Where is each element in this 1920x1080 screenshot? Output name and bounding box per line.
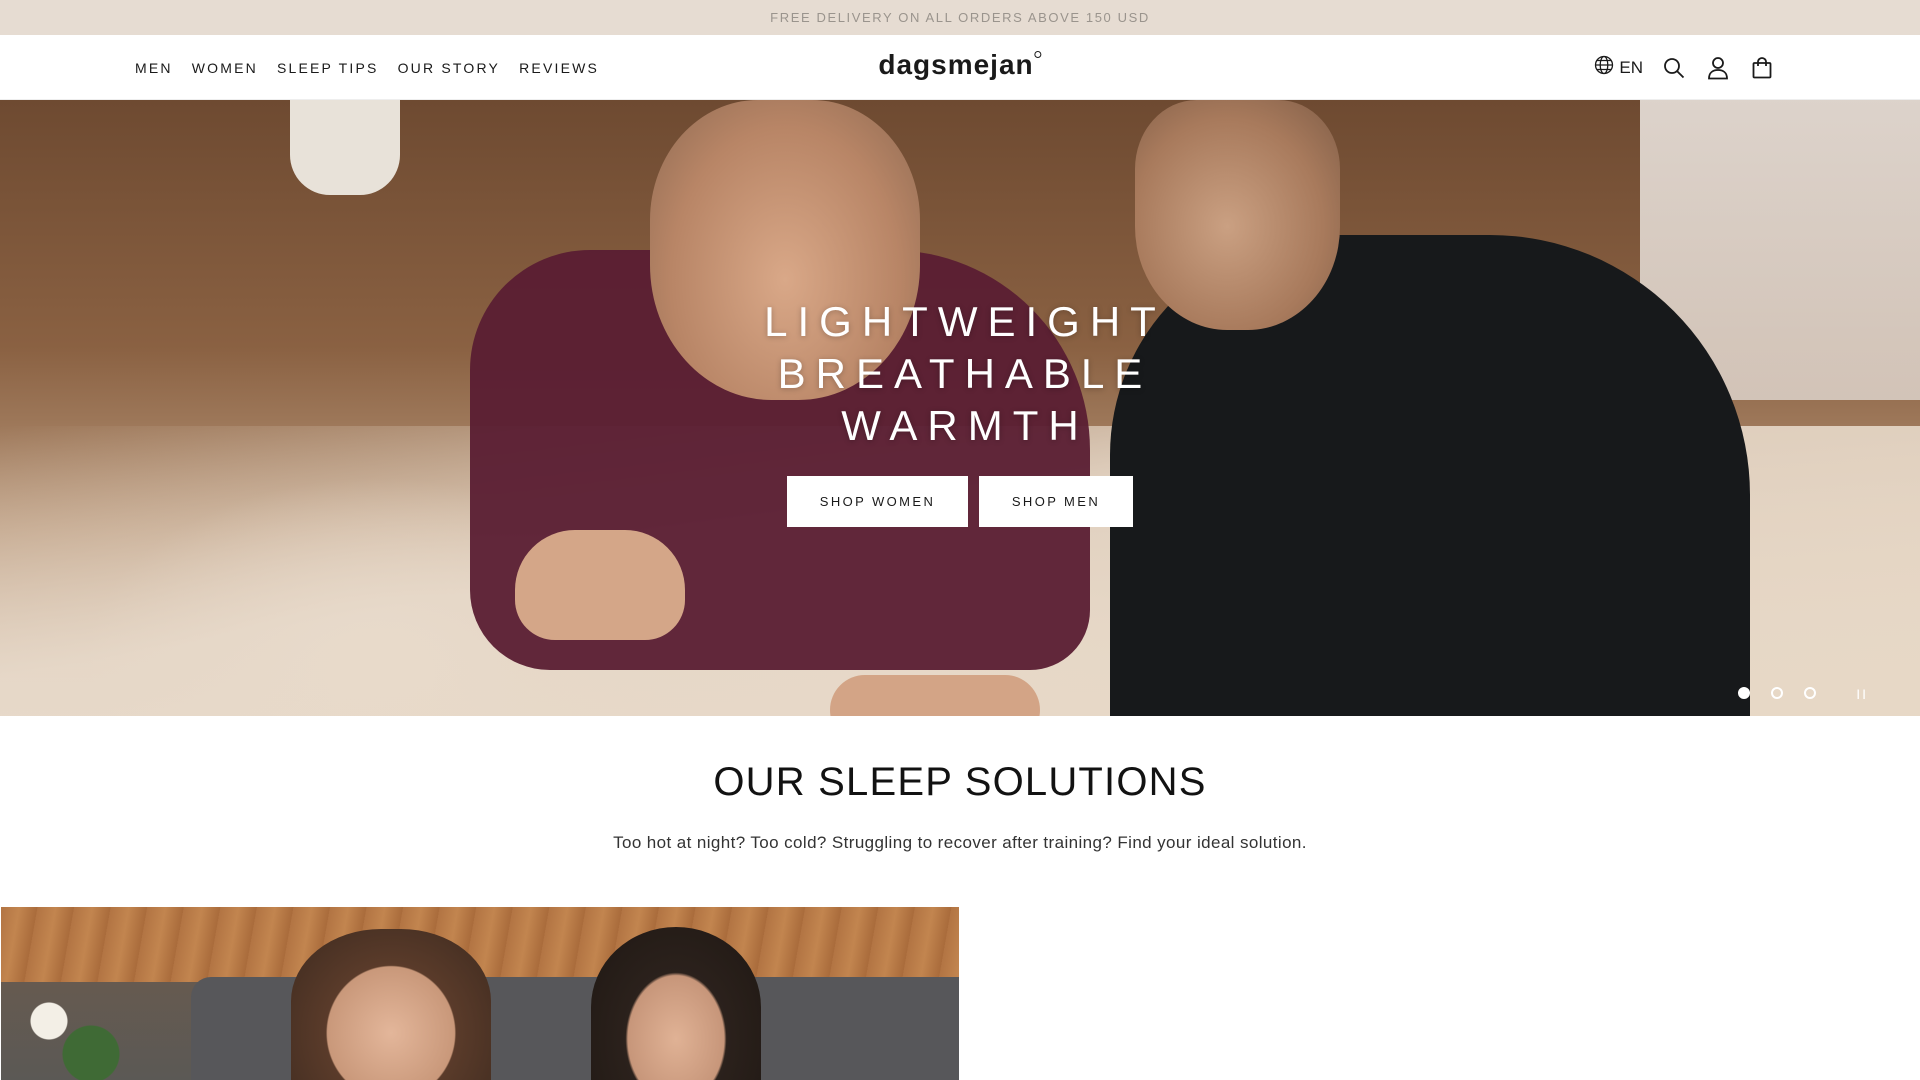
logo-mark (1034, 51, 1042, 58)
search-icon[interactable] (1661, 55, 1687, 81)
language-label: EN (1619, 57, 1643, 77)
shop-women-button[interactable]: SHOP WOMEN (787, 476, 968, 527)
announcement-text: FREE DELIVERY ON ALL ORDERS ABOVE 150 US… (770, 10, 1150, 25)
tile-image-man (591, 927, 761, 1080)
pause-button[interactable]: II (1856, 686, 1868, 702)
site-header: MEN WOMEN SLEEP TIPS OUR STORY REVIEWS d… (0, 35, 1920, 100)
hero-title-line: LIGHTWEIGHT (764, 298, 1166, 345)
slide-dots (1738, 687, 1816, 699)
hero-buttons: SHOP WOMEN SHOP MEN (0, 476, 1920, 527)
hero-title: LIGHTWEIGHT BREATHABLE WARMTH (0, 296, 1920, 452)
tile-image-flowers (1, 977, 121, 1080)
solution-image-tile[interactable] (1, 907, 959, 1080)
tile-image-woman (291, 929, 491, 1080)
section-title: OUR SLEEP SOLUTIONS (713, 760, 1207, 804)
hero-content: LIGHTWEIGHT BREATHABLE WARMTH SHOP WOMEN… (0, 296, 1920, 527)
shop-men-button[interactable]: SHOP MEN (979, 476, 1133, 527)
hero-banner: LIGHTWEIGHT BREATHABLE WARMTH SHOP WOMEN… (0, 100, 1920, 716)
nav-item-men[interactable]: MEN (135, 60, 173, 76)
nav-item-reviews[interactable]: REVIEWS (519, 60, 599, 76)
hero-image-hand (515, 530, 685, 640)
logo-text: dagsmejan (878, 49, 1034, 80)
nav-item-women[interactable]: WOMEN (192, 60, 258, 76)
logo[interactable]: dagsmejan (878, 49, 1042, 81)
nav-item-our-story[interactable]: OUR STORY (398, 60, 501, 76)
slide-dot-2[interactable] (1771, 687, 1783, 699)
sleep-solutions-section: OUR SLEEP SOLUTIONS Too hot at night? To… (0, 716, 1920, 853)
section-subtitle: Too hot at night? Too cold? Struggling t… (613, 833, 1307, 852)
globe-icon (1594, 55, 1614, 80)
language-selector[interactable]: EN (1594, 55, 1643, 80)
hero-image-hand (830, 675, 1040, 716)
slide-dot-3[interactable] (1804, 687, 1816, 699)
hero-title-line: BREATHABLE (777, 350, 1153, 397)
hero-image-vase (290, 100, 400, 195)
main-nav: MEN WOMEN SLEEP TIPS OUR STORY REVIEWS (135, 35, 599, 100)
hero-title-line: WARMTH (841, 402, 1089, 449)
slide-dot-1[interactable] (1738, 687, 1750, 699)
announcement-bar: FREE DELIVERY ON ALL ORDERS ABOVE 150 US… (0, 0, 1920, 35)
header-utilities: EN (1594, 35, 1775, 100)
nav-item-sleep-tips[interactable]: SLEEP TIPS (277, 60, 379, 76)
cart-icon[interactable] (1749, 55, 1775, 81)
account-icon[interactable] (1705, 55, 1731, 81)
